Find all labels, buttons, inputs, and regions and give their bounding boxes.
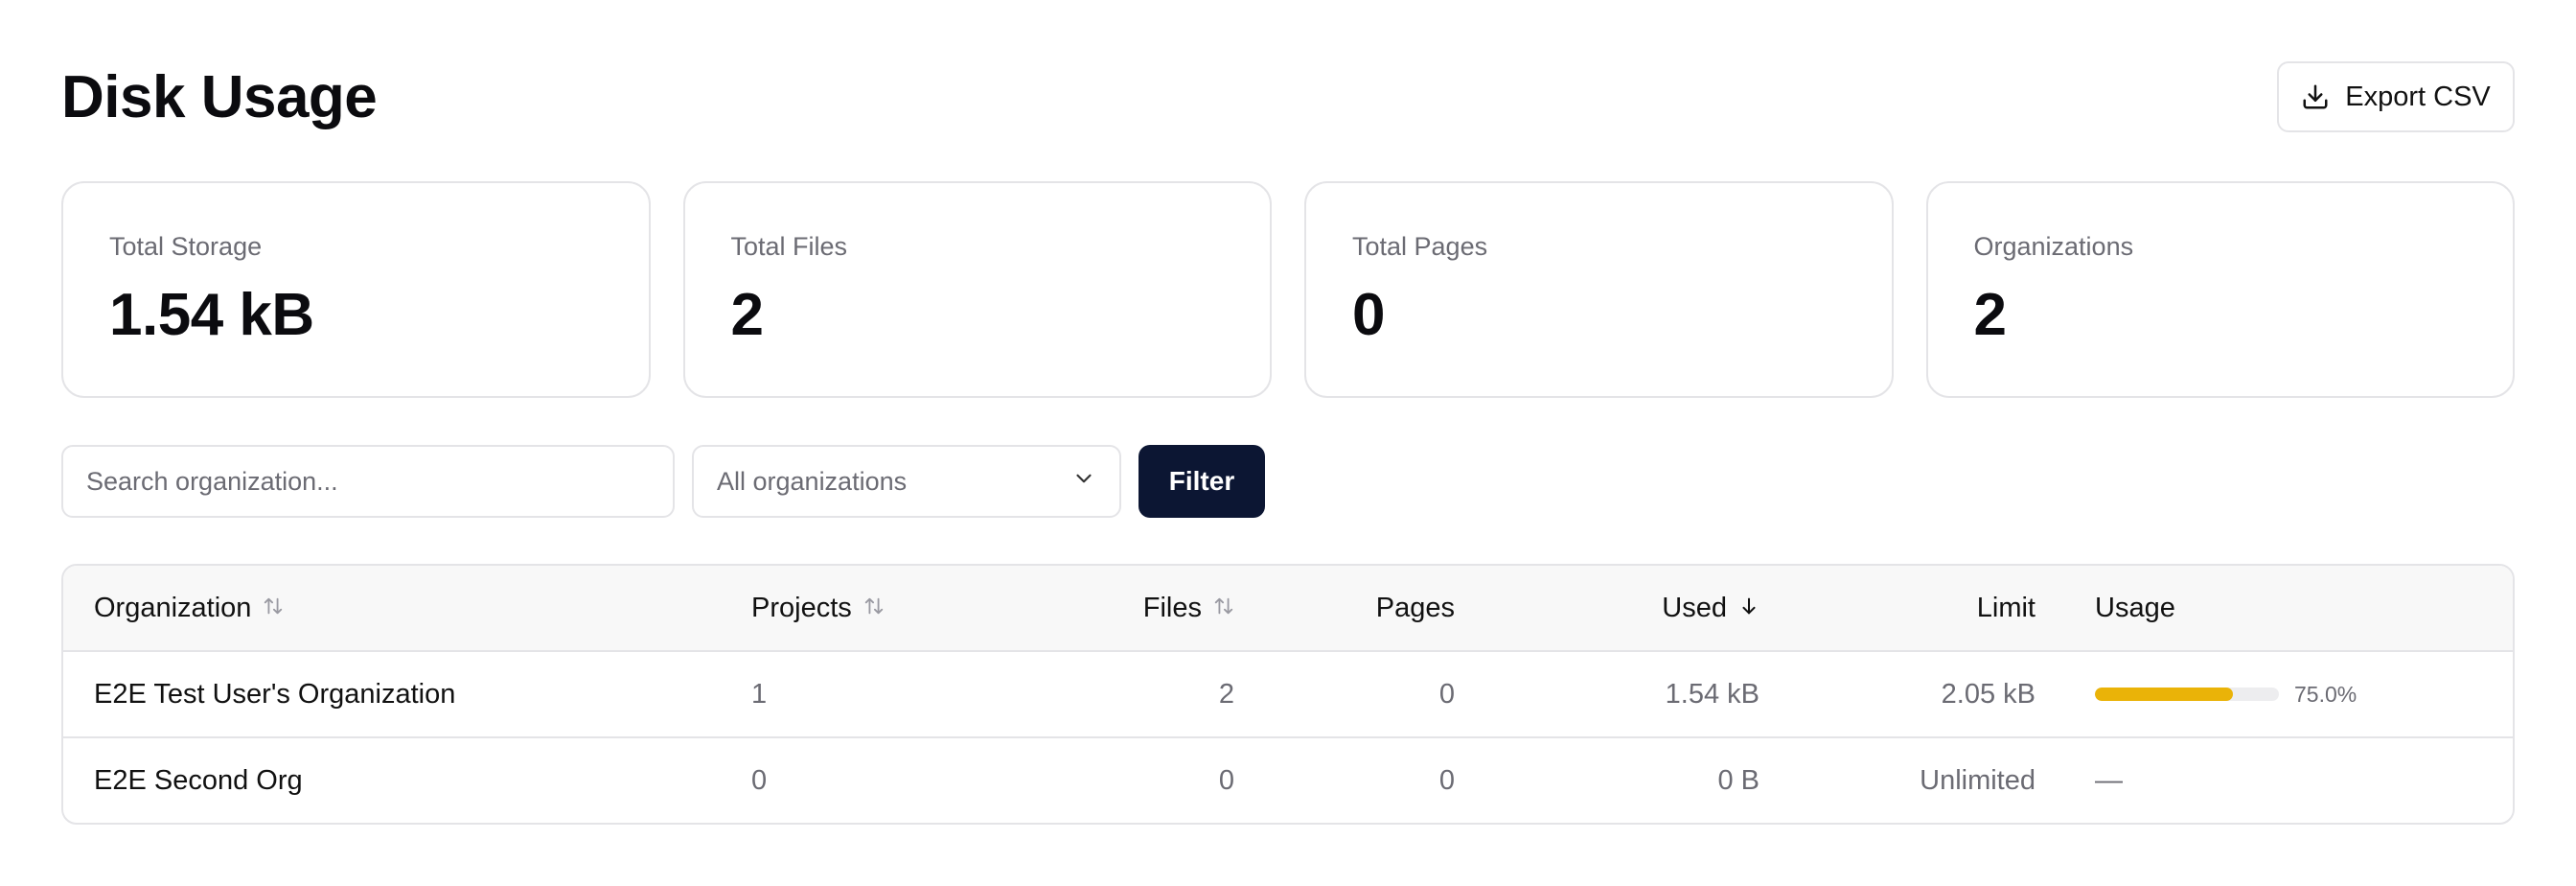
filter-button[interactable]: Filter (1138, 445, 1265, 518)
stat-card-organizations: Organizations 2 (1925, 181, 2515, 398)
column-header-label: Used (1662, 592, 1727, 623)
cell-used: 0 B (1717, 764, 1760, 796)
page-header: Disk Usage Export CSV (61, 61, 2515, 134)
filter-bar: All organizations Filter (61, 445, 1265, 518)
export-csv-button[interactable]: Export CSV (2277, 61, 2515, 132)
organization-select-value: All organizations (717, 466, 908, 496)
stat-card-total-pages: Total Pages 0 (1304, 181, 1894, 398)
stats-row: Total Storage 1.54 kB Total Files 2 Tota… (61, 181, 2515, 398)
cell-files: 0 (1218, 764, 1234, 796)
sort-updown-icon (863, 593, 885, 624)
cell-files: 2 (1218, 678, 1234, 710)
stat-label: Total Files (730, 232, 848, 261)
chevron-down-icon (1071, 466, 1096, 498)
stat-value: 0 (1352, 282, 1385, 348)
sort-updown-icon (263, 593, 284, 624)
cell-organization: E2E Second Org (94, 764, 303, 796)
cell-projects: 1 (751, 678, 768, 710)
cell-projects: 0 (751, 764, 768, 796)
column-header-label: Pages (1375, 592, 1455, 623)
table-row: E2E Second Org 0 0 0 0 B Unlimited — (63, 738, 2513, 823)
column-header-label: Projects (751, 592, 852, 623)
cell-usage: — (2095, 764, 2123, 796)
stat-label: Total Pages (1352, 232, 1488, 261)
cell-usage: 75.0% (2036, 652, 2438, 736)
column-header-organization[interactable]: Organization (94, 566, 669, 650)
table-header-row: Organization Projects Files Pages Used L… (63, 566, 2513, 652)
page-title: Disk Usage (61, 64, 378, 130)
column-header-files[interactable]: Files (1022, 566, 1234, 650)
column-header-projects[interactable]: Projects (751, 566, 943, 650)
export-csv-label: Export CSV (2345, 81, 2491, 112)
cell-organization: E2E Test User's Organization (94, 678, 456, 710)
stat-card-total-storage: Total Storage 1.54 kB (61, 181, 651, 398)
stat-value: 2 (1973, 282, 2007, 348)
arrow-down-icon (1738, 593, 1760, 624)
stat-card-total-files: Total Files 2 (682, 181, 1272, 398)
cell-pages: 0 (1438, 764, 1455, 796)
cell-limit: Unlimited (1920, 764, 2036, 796)
stat-label: Organizations (1973, 232, 2134, 261)
stat-value: 2 (730, 282, 764, 348)
download-icon (2301, 82, 2330, 111)
stat-label: Total Storage (109, 232, 263, 261)
column-header-label: Organization (94, 592, 252, 623)
sort-updown-icon (1213, 593, 1234, 624)
usage-progress-fill (2095, 688, 2233, 701)
column-header-label: Usage (2095, 592, 2175, 623)
column-header-pages: Pages (1252, 566, 1455, 650)
stat-value: 1.54 kB (109, 282, 314, 348)
organization-select[interactable]: All organizations (692, 445, 1121, 518)
disk-usage-table: Organization Projects Files Pages Used L… (61, 564, 2515, 825)
column-header-limit: Limit (1788, 566, 2036, 650)
cell-limit: 2.05 kB (1941, 678, 2036, 710)
table-row: E2E Test User's Organization 1 2 0 1.54 … (63, 652, 2513, 738)
column-header-usage: Usage (2036, 566, 2438, 650)
column-header-label: Files (1142, 592, 1202, 623)
column-header-used[interactable]: Used (1472, 566, 1760, 650)
column-header-label: Limit (1976, 592, 2036, 623)
usage-progress-bar (2095, 688, 2279, 701)
usage-percent: 75.0% (2294, 681, 2358, 707)
search-organization-input[interactable] (61, 445, 675, 518)
cell-pages: 0 (1438, 678, 1455, 710)
cell-used: 1.54 kB (1665, 678, 1760, 710)
